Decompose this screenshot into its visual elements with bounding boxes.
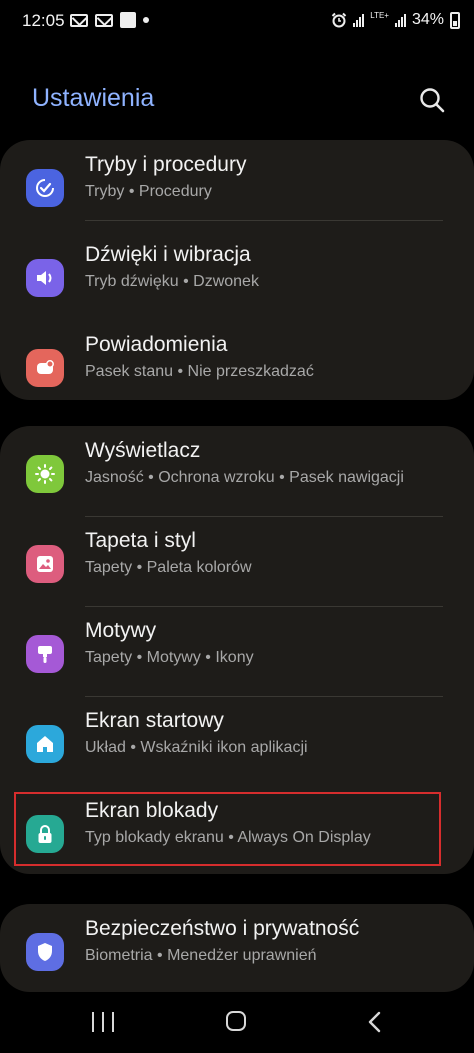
alarm-icon: [332, 12, 347, 28]
app-icon: [120, 12, 136, 28]
item-title: Dźwięki i wibracja: [85, 243, 251, 266]
brightness-icon: [26, 455, 64, 493]
settings-item-wallpaper[interactable]: Tapeta i styl Tapety • Paleta kolorów: [0, 516, 474, 606]
recent-apps-icon[interactable]: [92, 1012, 114, 1032]
notification-icon: [26, 349, 64, 387]
item-title: Motywy: [85, 619, 157, 642]
item-title: Tryby i procedury: [85, 153, 247, 176]
mail-icon: [95, 13, 113, 27]
status-time: 12:05: [22, 11, 65, 30]
item-subtitle: Tapety • Motywy • Ikony: [85, 649, 254, 666]
item-subtitle: Układ • Wskaźniki ikon aplikacji: [85, 739, 308, 756]
battery-percent: 34%: [411, 11, 444, 28]
system-icons: LTE+ 34%: [331, 11, 460, 29]
item-title: Bezpieczeństwo i prywatność: [85, 917, 360, 940]
item-title: Powiadomienia: [85, 333, 228, 356]
signal-icon: [394, 13, 406, 27]
settings-item-security[interactable]: Bezpieczeństwo i prywatność Biometria • …: [0, 904, 474, 994]
settings-item-home-screen[interactable]: Ekran startowy Układ • Wskaźniki ikon ap…: [0, 696, 474, 786]
status-bar: 12:05 LTE+ 34%: [0, 0, 474, 44]
search-button[interactable]: [416, 84, 448, 116]
settings-group-3: Bezpieczeństwo i prywatność Biometria • …: [0, 904, 474, 992]
item-subtitle: Tryby • Procedury: [85, 183, 212, 200]
settings-item-themes[interactable]: Motywy Tapety • Motywy • Ikony: [0, 606, 474, 696]
settings-item-modes[interactable]: Tryby i procedury Tryby • Procedury: [0, 140, 474, 230]
settings-group-1: Tryby i procedury Tryby • Procedury Dźwi…: [0, 140, 474, 400]
item-subtitle: Tryb dźwięku • Dzwonek: [85, 273, 259, 290]
home-icon: [26, 725, 64, 763]
highlight-box: [14, 792, 441, 866]
settings-item-display[interactable]: Wyświetlacz Jasność • Ochrona wzroku • P…: [0, 426, 474, 516]
shield-icon: [26, 933, 64, 971]
speaker-icon: [26, 259, 64, 297]
item-title: Wyświetlacz: [85, 439, 201, 462]
search-icon: [420, 88, 445, 113]
item-title: Tapeta i styl: [85, 529, 196, 552]
lte-icon: LTE+: [370, 10, 389, 20]
home-button-icon[interactable]: [226, 1011, 246, 1031]
modes-check-icon: [26, 169, 64, 207]
dot-icon: [143, 17, 149, 23]
item-subtitle: Jasność • Ochrona wzroku • Pasek nawigac…: [85, 469, 404, 486]
item-title: Ekran startowy: [85, 709, 224, 732]
item-subtitle: Biometria • Menedżer uprawnień: [85, 947, 317, 964]
item-subtitle: Pasek stanu • Nie przeszkadzać: [85, 363, 314, 380]
brush-icon: [26, 635, 64, 673]
back-icon[interactable]: [365, 1011, 385, 1033]
battery-icon: [450, 11, 460, 29]
wallpaper-icon: [26, 545, 64, 583]
settings-item-notifications[interactable]: Powiadomienia Pasek stanu • Nie przeszka…: [0, 320, 474, 410]
item-subtitle: Tapety • Paleta kolorów: [85, 559, 252, 576]
settings-item-sounds[interactable]: Dźwięki i wibracja Tryb dźwięku • Dzwone…: [0, 230, 474, 320]
notification-icons: [70, 12, 149, 28]
navigation-bar: [0, 996, 474, 1053]
mail-icon: [70, 13, 88, 27]
signal-icon: [353, 13, 365, 27]
divider: [85, 220, 443, 221]
page-title: Ustawienia: [32, 84, 155, 112]
